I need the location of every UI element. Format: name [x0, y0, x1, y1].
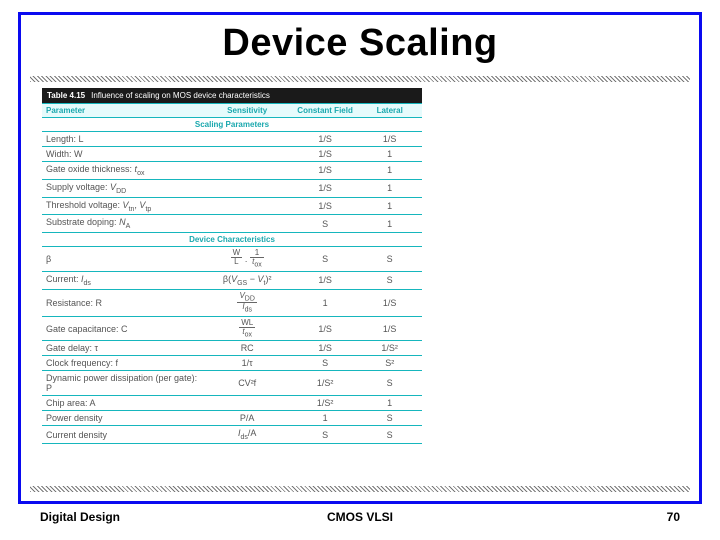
- table-row: Chip area: A1/S²1: [42, 396, 422, 411]
- table-row: Current: Idsβ(VGS − Vt)²1/SS: [42, 271, 422, 289]
- col-parameter: Parameter: [42, 104, 202, 118]
- divider-bottom: [30, 486, 690, 492]
- table-row: Gate oxide thickness: tox1/S1: [42, 162, 422, 180]
- slide: Device Scaling Table 4.15Influence of sc…: [0, 0, 720, 540]
- table-row: Dynamic power dissipation (per gate): PC…: [42, 371, 422, 396]
- divider-top: [30, 76, 690, 82]
- table-row: Supply voltage: VDD1/S1: [42, 179, 422, 197]
- table-row: Length: L1/S1/S: [42, 132, 422, 147]
- table-caption: Table 4.15Influence of scaling on MOS de…: [42, 88, 422, 104]
- table-row: Clock frequency: f1/τSS²: [42, 356, 422, 371]
- table-row: Power densityP/A1S: [42, 411, 422, 426]
- scaling-table: Table 4.15Influence of scaling on MOS de…: [42, 88, 422, 444]
- col-sensitivity: Sensitivity: [202, 104, 293, 118]
- col-constant-field: Constant Field: [293, 104, 358, 118]
- table-row: Gate delay: τRC1/S1/S²: [42, 341, 422, 356]
- table-row: Threshold voltage: Vtn, Vtp1/S1: [42, 197, 422, 215]
- col-lateral: Lateral: [357, 104, 422, 118]
- table-row: Current densityIds/ASS: [42, 426, 422, 444]
- table-row: Width: W1/S1: [42, 147, 422, 162]
- slide-title: Device Scaling: [0, 22, 720, 65]
- table-header-row: Parameter Sensitivity Constant Field Lat…: [42, 104, 422, 118]
- table-row: Substrate doping: NAS1: [42, 215, 422, 233]
- table-row: Resistance: RVDDIds11/S: [42, 289, 422, 316]
- footer-right: 70: [667, 510, 680, 524]
- footer-center: CMOS VLSI: [0, 510, 720, 524]
- section-scaling-params: Scaling Parameters: [42, 118, 422, 132]
- section-device-chars: Device Characteristics: [42, 233, 422, 247]
- table-row: βWL · 1toxSS: [42, 247, 422, 272]
- table-row: Gate capacitance: CWLtox1/S1/S: [42, 316, 422, 341]
